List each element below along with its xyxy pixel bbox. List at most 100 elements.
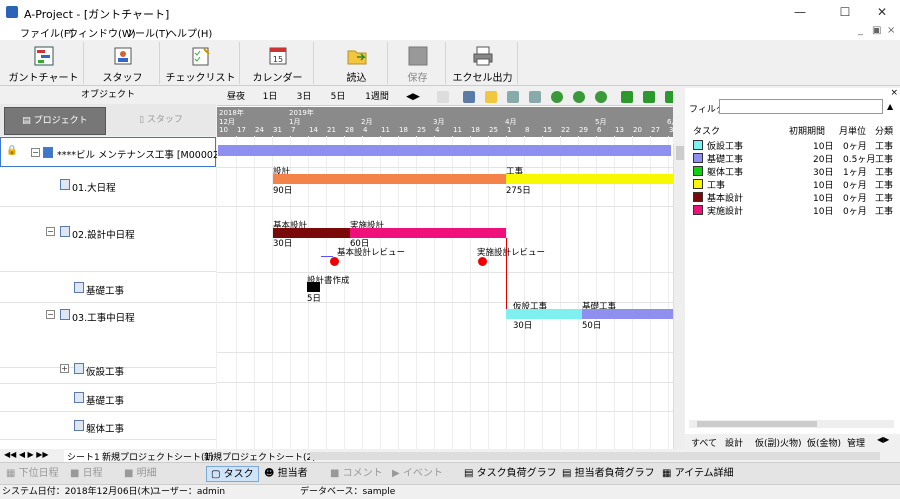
menu-help[interactable]: ヘルプ(H) [167, 25, 212, 40]
menu-tools[interactable]: ツール(T) [125, 25, 169, 40]
tree-row[interactable]: + 仮設工事 [0, 355, 216, 384]
task-load-graph-button[interactable]: ▤ タスク負荷グラフ [464, 466, 557, 482]
day-label: 8 [525, 126, 530, 134]
tab-design[interactable]: 設計 [725, 436, 743, 449]
milestone-review1[interactable] [330, 257, 339, 266]
zoom-1day-button[interactable]: 1日 [255, 90, 285, 104]
col-category[interactable]: 分類 [875, 124, 893, 137]
calendar-button[interactable]: 15 カレンダー [242, 42, 314, 84]
close-icon[interactable]: ✕ [862, 3, 900, 21]
milestone-review2[interactable] [478, 257, 487, 266]
mdi-close-icon[interactable]: × [887, 25, 895, 36]
jisshi-bar[interactable] [350, 228, 506, 238]
sheet-nav-icon[interactable]: ◀◀ ◀ ▶ ▶▶ [4, 450, 49, 459]
tree-row[interactable]: − 02.設計中日程 [0, 208, 216, 272]
event-button[interactable]: ▶ イベント [392, 466, 443, 482]
maximize-icon[interactable]: ☐ [825, 3, 865, 21]
tree-row-project[interactable]: 🔒 − ****ビル メンテナンス工事 [M000026] [0, 137, 229, 167]
menu-file[interactable]: ファイル(F) [20, 25, 74, 40]
arrow-right-icon[interactable] [665, 91, 673, 103]
tab-metal[interactable]: 仮(金物) [807, 436, 841, 449]
project-bar[interactable] [218, 145, 671, 156]
staff-button[interactable]: スタッフ [86, 42, 160, 84]
task-button[interactable]: ▢ タスク [206, 466, 259, 482]
scrollbar-thumb[interactable] [697, 421, 817, 427]
tab-staff[interactable]: ▯ スタッフ [110, 107, 212, 135]
collapse-icon[interactable]: − [46, 310, 55, 319]
tab-manage[interactable]: 管理 [847, 436, 865, 449]
checklist-button[interactable]: チェックリスト [162, 42, 240, 84]
vertical-scrollbar[interactable] [673, 144, 685, 449]
col-month[interactable]: 月単位 [839, 124, 866, 137]
filter-input[interactable] [719, 99, 883, 114]
mdi-restore-icon[interactable]: ▣ [872, 25, 881, 36]
col-task[interactable]: タスク [693, 124, 720, 137]
tab-scroll-icon[interactable]: ◀▶ [877, 435, 889, 444]
view-icon[interactable] [529, 91, 541, 103]
kouji-bar[interactable] [506, 174, 673, 184]
zoom-scroll-icon[interactable]: ◀▶ [401, 90, 425, 104]
zoom-daynight-button[interactable]: 昼夜 [219, 90, 253, 104]
assignee-button[interactable]: ☻ 担当者 [264, 466, 308, 482]
zumen-bar[interactable] [307, 282, 320, 292]
lightning-icon[interactable] [485, 91, 497, 103]
item-detail-button[interactable]: ▦ アイテム詳細 [662, 466, 734, 482]
gantt-chart[interactable]: 昼夜 1日 3日 5日 1週間 ◀▶ 2018年 2019年 12月 1月 2月 3月… [217, 88, 673, 449]
scroll-up-icon[interactable]: ▲ [887, 102, 893, 111]
tree-row[interactable]: 基礎工事 [0, 273, 216, 303]
pause-icon[interactable] [621, 91, 633, 103]
kasetsu-bar[interactable] [506, 309, 582, 319]
tab-temp[interactable]: 仮(副)火物) [755, 436, 802, 449]
task-row[interactable]: 基礎工事 20日 0.5ヶ月 工事 [689, 152, 895, 165]
task-row[interactable]: 実施設計 10日 0ヶ月 工事 [689, 204, 895, 217]
assignee-load-graph-button[interactable]: ▤ 担当者負荷グラフ [562, 466, 655, 482]
collapse-icon[interactable]: − [31, 148, 40, 157]
collapse-icon[interactable]: − [46, 227, 55, 236]
schedule-button[interactable]: ■ 日程 [70, 466, 103, 482]
sheet-scrollbar[interactable] [310, 452, 880, 460]
scrollbar-thumb[interactable] [676, 146, 684, 160]
zoom-fit-icon[interactable] [595, 91, 607, 103]
task-row[interactable]: 躯体工事 30日 1ヶ月 工事 [689, 165, 895, 178]
gantt-chart-button[interactable]: ガントチャート [4, 42, 84, 84]
schedule-icon [60, 309, 70, 320]
save-button[interactable]: 保存 [390, 42, 446, 84]
load-button[interactable]: 読込 [326, 42, 388, 84]
zoom-out-icon[interactable] [573, 91, 585, 103]
task-row[interactable]: 仮設工事 10日 0ヶ月 工事 [689, 139, 895, 152]
minimize-icon[interactable]: — [780, 3, 820, 21]
col-duration[interactable]: 初期期間 [789, 124, 825, 137]
task-row[interactable]: 基本設計 10日 0ヶ月 工事 [689, 191, 895, 204]
undo-icon[interactable] [437, 91, 449, 103]
arrow-left-icon[interactable] [643, 91, 655, 103]
comment-button[interactable]: ■ コメント [330, 466, 383, 482]
table-icon[interactable] [507, 91, 519, 103]
task-palette: × フィルタ ▲ タスク 初期期間 月単位 分類 仮設工事 10日 0ヶ月 工事 基礎工… [685, 88, 900, 449]
zoom-in-icon[interactable] [551, 91, 563, 103]
tree-row[interactable]: 躯体工事 [0, 413, 216, 440]
sub-schedule-button[interactable]: ▦ 下位日程 [6, 466, 59, 482]
task-row[interactable]: 工事 10日 0ヶ月 工事 [689, 178, 895, 191]
tab-project[interactable]: ▤ プロジェクト [4, 107, 106, 135]
excel-export-button[interactable]: エクセル出力 [448, 42, 518, 84]
day-label: 6 [597, 126, 602, 134]
mdi-minimize-icon[interactable]: _ [858, 25, 863, 36]
kiso-bar[interactable] [582, 309, 673, 319]
tab-all[interactable]: すべて [691, 436, 717, 449]
object-panel-header: オブジェクト [0, 88, 216, 103]
zoom-5day-button[interactable]: 5日 [323, 90, 353, 104]
detail-button[interactable]: ■ 明細 [124, 466, 157, 482]
tree-row[interactable]: 基礎工事 [0, 385, 216, 412]
row-divider [217, 272, 673, 273]
sekkei-bar[interactable] [273, 174, 506, 184]
zoom-3day-button[interactable]: 3日 [289, 90, 319, 104]
expand-icon[interactable]: + [60, 364, 69, 373]
folder-open-icon [347, 50, 366, 65]
staff-icon [114, 47, 131, 65]
task-name: 躯体工事 [707, 168, 744, 178]
tree-row[interactable]: 01.大日程 [0, 168, 216, 207]
horizontal-scrollbar[interactable] [689, 420, 894, 428]
zoom-1week-button[interactable]: 1週間 [357, 90, 397, 104]
panel-close-icon[interactable]: × [890, 88, 898, 98]
grid-icon[interactable] [463, 91, 475, 103]
